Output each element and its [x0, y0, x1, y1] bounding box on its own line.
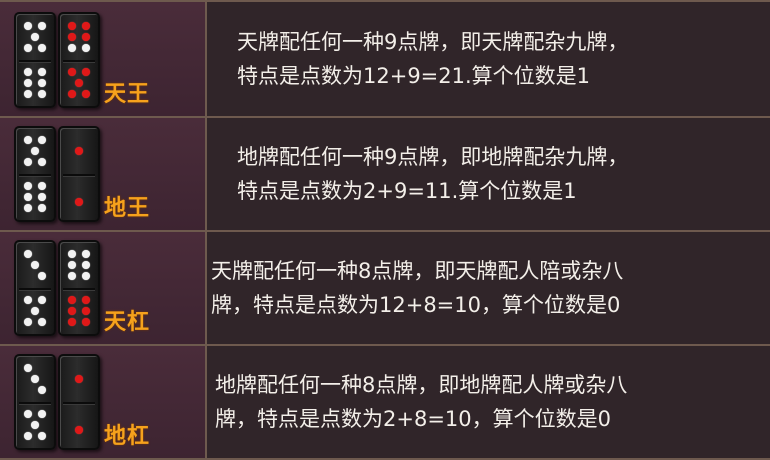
description-line: 地牌配任何一种8点牌，即地牌配人牌或杂八 [215, 373, 628, 397]
nine-tile-icon [58, 12, 100, 108]
rule-row-diwang: 地王 地牌配任何一种9点牌，即地牌配杂九牌， 特点是点数为2+9=11.算个位数… [0, 116, 770, 230]
description-line: 特点是点数为2+9=11.算个位数是1 [237, 179, 577, 203]
description-line: 天牌配任何一种9点牌，即天牌配杂九牌， [237, 30, 629, 54]
hand-name: 地杠 [104, 424, 151, 449]
tile-cell: 地王 [0, 118, 207, 230]
rule-row-tianwang: 天王 天牌配任何一种9点牌，即天牌配杂九牌， 特点是点数为12+9=21.算个位… [0, 0, 770, 116]
di-tile-icon [58, 354, 100, 450]
tile-cell: 天王 [0, 2, 207, 116]
rule-row-digang: 地杠 地牌配任何一种8点牌，即地牌配人牌或杂八 牌，特点是点数为2+8=10，算… [0, 344, 770, 460]
description-line: 天牌配任何一种8点牌，即天牌配人陪或杂八 [211, 259, 624, 283]
hand-rules-table: 天王 天牌配任何一种9点牌，即天牌配杂九牌， 特点是点数为12+9=21.算个位… [0, 0, 770, 460]
hand-name: 天杠 [104, 310, 151, 335]
nine-tile-icon [14, 126, 56, 222]
description-line: 特点是点数为12+9=21.算个位数是1 [237, 64, 591, 88]
tile-cell: 地杠 [0, 346, 207, 458]
description-line: 牌，特点是点数为2+8=10，算个位数是0 [215, 407, 611, 431]
tian-tile-icon [14, 12, 56, 108]
rule-description: 地牌配任何一种8点牌，即地牌配人牌或杂八 牌，特点是点数为2+8=10，算个位数… [207, 346, 770, 458]
hand-name: 天王 [104, 82, 151, 107]
di-tile-icon [58, 126, 100, 222]
rule-row-tiangang: 天杠 天牌配任何一种8点牌，即天牌配人陪或杂八 牌，特点是点数为12+8=10，… [0, 230, 770, 344]
rule-description: 天牌配任何一种8点牌，即天牌配人陪或杂八 牌，特点是点数为12+8=10，算个位… [207, 232, 770, 344]
tile-cell: 天杠 [0, 232, 207, 344]
rule-description: 地牌配任何一种9点牌，即地牌配杂九牌， 特点是点数为2+9=11.算个位数是1 [207, 118, 770, 230]
description-line: 牌，特点是点数为12+8=10，算个位数是0 [211, 293, 621, 317]
hand-name: 地王 [104, 196, 151, 221]
eight-tile-icon [14, 354, 56, 450]
rule-description: 天牌配任何一种9点牌，即天牌配杂九牌， 特点是点数为12+9=21.算个位数是1 [207, 2, 770, 116]
tian-tile-icon [58, 240, 100, 336]
eight-tile-icon [14, 240, 56, 336]
description-line: 地牌配任何一种9点牌，即地牌配杂九牌， [237, 145, 629, 169]
